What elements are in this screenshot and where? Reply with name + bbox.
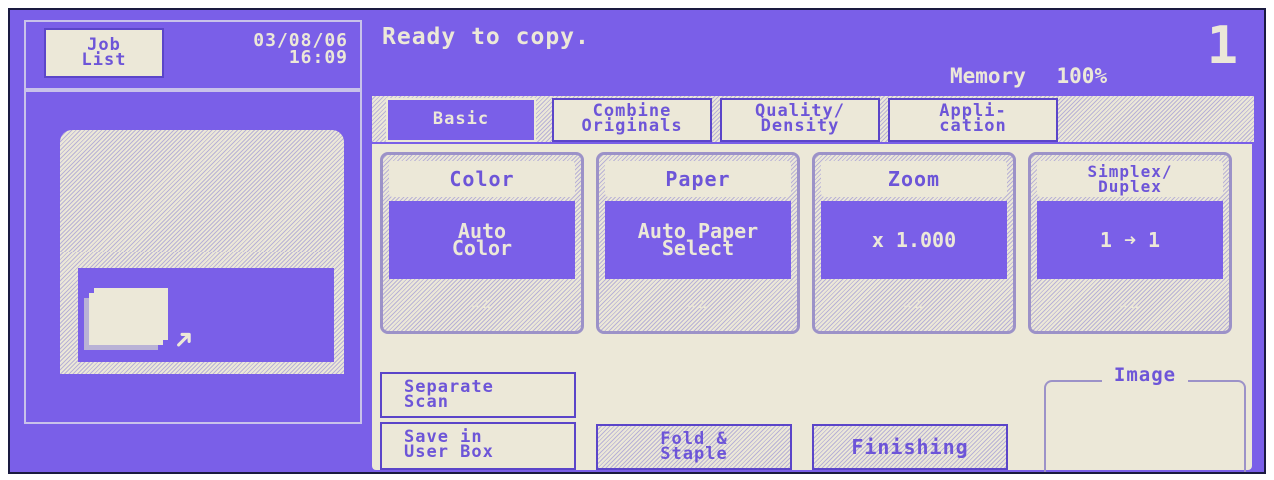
- simplex-duplex-value: 1 ➜ 1: [1037, 201, 1223, 279]
- date-time: 03/08/06 16:09: [253, 32, 348, 68]
- scanner-lid: [60, 130, 344, 258]
- tab-strip: Basic Combine Originals Quality/ Density…: [372, 96, 1254, 142]
- tab-combine-originals[interactable]: Combine Originals: [552, 98, 712, 142]
- basic-settings-panel: Color Auto Color ∴∴ Paper Auto Paper Sel…: [372, 144, 1252, 472]
- dots-icon: ∴∴: [686, 295, 710, 313]
- time-display: 16:09: [288, 47, 348, 68]
- image-preview-frame: [1044, 380, 1246, 472]
- job-list-button[interactable]: Job List: [44, 28, 164, 78]
- save-in-user-box-button[interactable]: Save in User Box: [380, 422, 576, 470]
- job-status-panel: Job List 03/08/06 16:09: [24, 20, 362, 90]
- dots-icon: ∴∴: [1118, 295, 1142, 313]
- memory-label: Memory: [950, 64, 1026, 88]
- status-message: Ready to copy.: [382, 24, 590, 50]
- zoom-setting-card[interactable]: Zoom x 1.000 ∴∴: [812, 152, 1016, 334]
- paper-title: Paper: [605, 161, 791, 197]
- separate-scan-button[interactable]: Separate Scan: [380, 372, 576, 418]
- scanner-preview: ➜: [24, 90, 362, 424]
- dots-icon: ∴∴: [470, 295, 494, 313]
- paper-value: Auto Paper Select: [605, 201, 791, 279]
- simplex-duplex-setting-card[interactable]: Simplex/ Duplex 1 ➜ 1 ∴∴: [1028, 152, 1232, 334]
- memory-value: 100%: [1056, 64, 1108, 88]
- dots-icon: ∴∴: [902, 295, 926, 313]
- tab-application[interactable]: Appli- cation: [888, 98, 1058, 142]
- paper-setting-card[interactable]: Paper Auto Paper Select ∴∴: [596, 152, 800, 334]
- tab-basic[interactable]: Basic: [386, 98, 536, 142]
- copier-touch-screen: Job List 03/08/06 16:09 ➜ Ready to copy.…: [8, 8, 1266, 474]
- zoom-value: x 1.000: [821, 201, 1007, 279]
- original-document-icon: [94, 288, 168, 340]
- finishing-button[interactable]: Finishing: [812, 424, 1008, 470]
- image-label: Image: [1044, 364, 1246, 386]
- fold-staple-button[interactable]: Fold & Staple: [596, 424, 792, 470]
- memory-indicator: Memory 100%: [950, 64, 1107, 88]
- simplex-duplex-title: Simplex/ Duplex: [1037, 161, 1223, 197]
- color-title: Color: [389, 161, 575, 197]
- color-setting-card[interactable]: Color Auto Color ∴∴: [380, 152, 584, 334]
- tab-quality-density[interactable]: Quality/ Density: [720, 98, 880, 142]
- copy-count: 1: [1206, 16, 1238, 76]
- color-value: Auto Color: [389, 201, 575, 279]
- zoom-title: Zoom: [821, 161, 1007, 197]
- image-label-text: Image: [1101, 364, 1189, 386]
